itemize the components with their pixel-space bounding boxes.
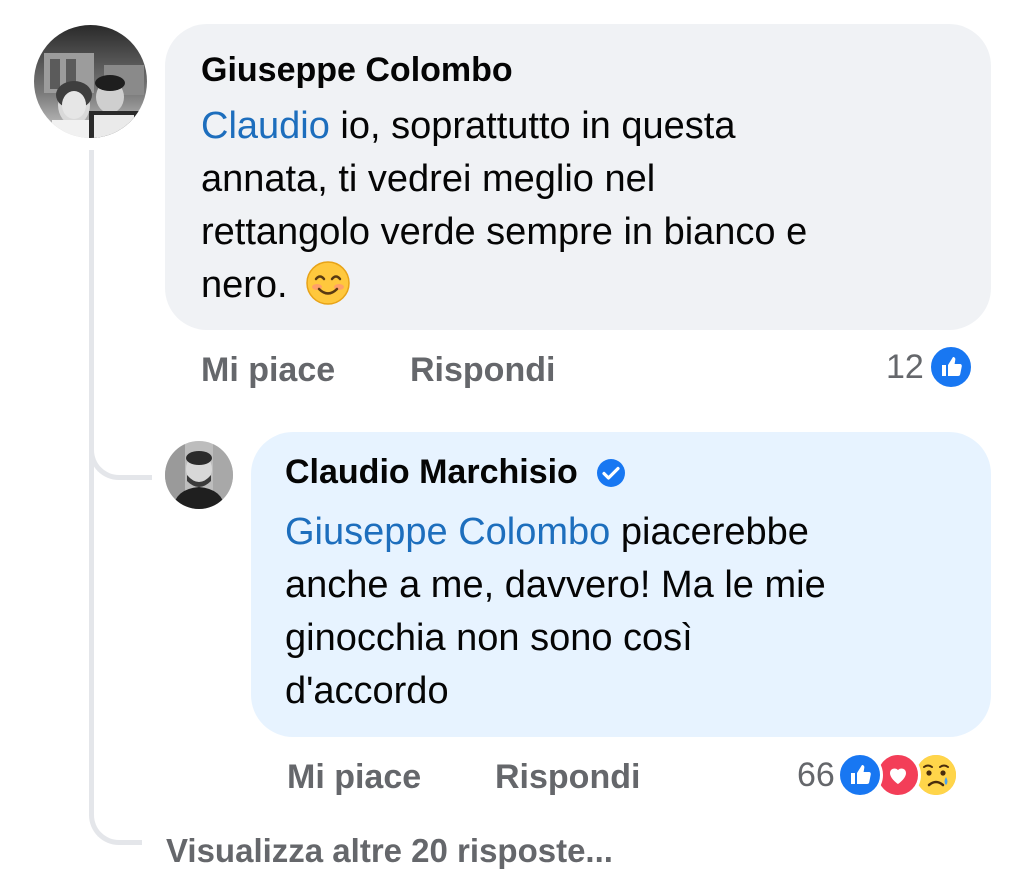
comment-text-line: annata, ti vedrei meglio nel	[201, 158, 656, 200]
reaction-summary[interactable]: 12	[886, 344, 974, 390]
like-reaction-icon	[836, 752, 883, 798]
mention-link[interactable]: Claudio	[201, 105, 330, 147]
smiling-face-icon	[306, 261, 350, 320]
reply-button[interactable]: Rispondi	[410, 351, 555, 390]
comment-text-line: ginocchia non sono così	[285, 617, 693, 659]
verified-badge-icon	[596, 457, 626, 487]
reaction-count: 66	[797, 755, 835, 794]
reaction-summary[interactable]: 66	[797, 752, 959, 798]
author-name[interactable]: Claudio Marchisio	[285, 452, 578, 492]
thread-line-vertical	[89, 150, 142, 845]
reaction-count: 12	[886, 347, 924, 386]
like-button[interactable]: Mi piace	[201, 351, 335, 390]
mention-link[interactable]: Giuseppe Colombo	[285, 511, 610, 553]
like-reaction-icon	[927, 344, 974, 390]
comment-author[interactable]: Claudio Marchisio	[285, 452, 957, 492]
comment-text-line: io, soprattutto in questa	[329, 105, 736, 147]
comment-text: Giuseppe Colombo piacerebbe anche a me, …	[285, 506, 957, 718]
comment-text-line: rettangolo verde sempre in bianco e	[201, 211, 808, 253]
comment-author[interactable]: Giuseppe Colombo	[201, 50, 957, 90]
like-button[interactable]: Mi piace	[287, 758, 421, 797]
comment-text-line: anche a me, davvero! Ma le mie	[285, 564, 826, 606]
profile-photo-icon	[34, 25, 147, 138]
avatar-claudio[interactable]	[165, 441, 233, 509]
view-more-replies-link[interactable]: Visualizza altre 20 risposte...	[166, 832, 613, 870]
reply-button[interactable]: Rispondi	[495, 758, 640, 797]
comment-text-line: d'accordo	[285, 670, 449, 712]
thread-line-branch	[89, 420, 152, 480]
comment-text: Claudio io, soprattutto in questa annata…	[201, 100, 957, 320]
avatar-giuseppe[interactable]	[34, 25, 147, 138]
comment-bubble: Giuseppe Colombo Claudio io, soprattutto…	[165, 24, 991, 330]
comment-text-line: piacerebbe	[610, 511, 809, 553]
profile-photo-icon	[165, 441, 233, 509]
comment-text-line: nero.	[201, 264, 299, 306]
reply-bubble: Claudio Marchisio Giuseppe Colombo piace…	[251, 432, 991, 737]
